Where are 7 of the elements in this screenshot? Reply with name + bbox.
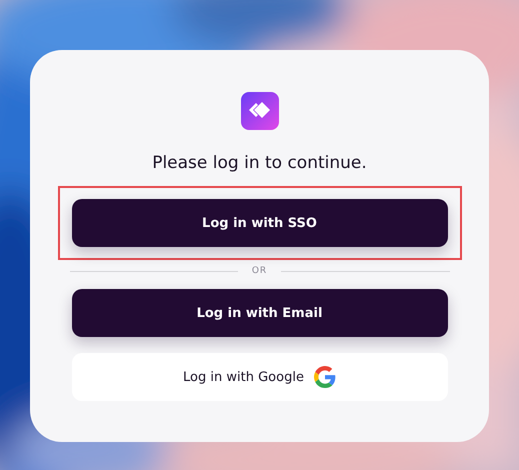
logo-icon [240,92,278,130]
login-button[interactable]: Log in with SSO [72,199,448,247]
divider-label: OR [252,266,268,276]
login-button[interactable]: Log in with Google [72,353,448,401]
login-heading: Please log in to continue. [152,153,367,173]
google-icon [314,366,336,388]
login-button[interactable]: Log in with Email [72,289,448,337]
